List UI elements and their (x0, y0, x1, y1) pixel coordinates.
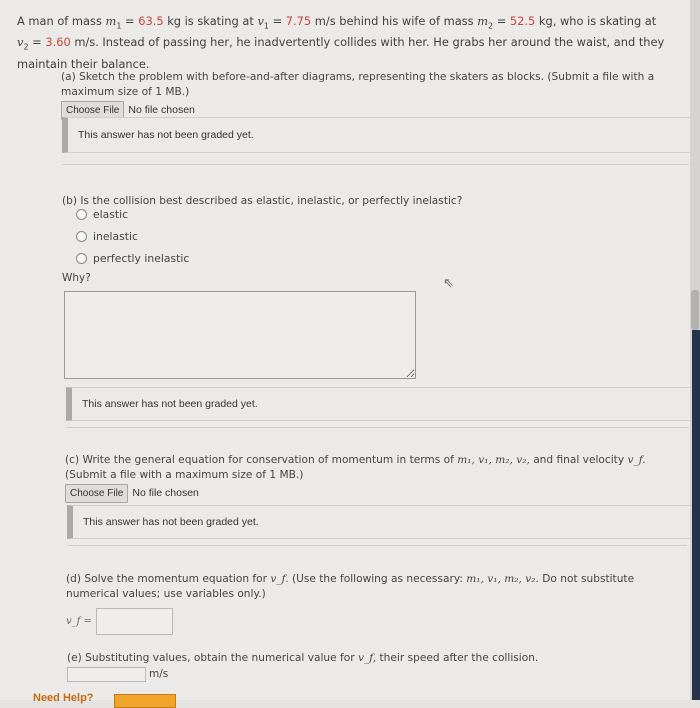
grade-status-text: This answer has not been graded yet. (82, 398, 258, 410)
help-button[interactable] (114, 694, 176, 708)
radio-label: inelastic (93, 229, 138, 243)
m1-symbol: m (105, 14, 117, 28)
mouse-cursor-icon: ⇖ (443, 276, 454, 291)
why-label: Why? (62, 272, 91, 284)
intro-text: m/s behind his wife of mass (311, 14, 478, 28)
part-c-file-input[interactable]: Choose File No file chosen (65, 484, 685, 503)
question-page: A man of mass m1 = 63.5 kg is skating at… (0, 0, 695, 708)
final-velocity-symbol: v_f, (357, 652, 377, 664)
background-desktop (692, 330, 700, 700)
part-d-prompt: (d) Solve the momentum equation for (66, 573, 271, 585)
intro-text: kg is skating at (163, 14, 258, 28)
radio-inelastic[interactable]: inelastic (76, 225, 662, 247)
equals: = (28, 35, 46, 50)
variables: m₁, v₁, m₂, v₂. (466, 573, 539, 585)
equals: = (493, 14, 510, 28)
equals: = (268, 14, 286, 28)
part-a: (a) Sketch the problem with before-and-a… (61, 70, 671, 120)
equals: = (121, 14, 139, 28)
final-velocity-symbol: v_f. (627, 454, 646, 466)
part-a-grade-status: This answer has not been graded yet. (62, 117, 695, 153)
m1-value: 63.5 (138, 14, 164, 28)
divider (66, 427, 689, 428)
part-a-prompt: (a) Sketch the problem with before-and-a… (61, 71, 655, 98)
grade-status-text: This answer has not been graded yet. (83, 516, 259, 528)
grade-status-text: This answer has not been graded yet. (78, 129, 254, 141)
part-c-prompt: (c) Write the general equation for conse… (65, 454, 458, 466)
variables: m₁, v₁, m₂, v₂, (457, 454, 530, 466)
radio-circle-icon[interactable] (76, 208, 87, 220)
part-c-prompt: and final velocity (529, 454, 628, 466)
part-e: (e) Substituting values, obtain the nume… (67, 651, 677, 682)
radio-label: elastic (93, 207, 129, 221)
intro-text: m/s. Instead of passing her, he inadvert… (17, 35, 665, 71)
scrollbar-thumb[interactable] (691, 290, 699, 330)
part-d-prompt: (Use the following as necessary: (288, 573, 467, 585)
part-e-prompt: their speed after the collision. (376, 652, 539, 664)
intro-text: kg, who is skating at (535, 14, 657, 28)
choose-file-button[interactable]: Choose File (65, 484, 129, 503)
final-velocity-symbol: v_f. (270, 573, 289, 585)
intro-text: A man of mass (17, 14, 106, 28)
file-status: No file chosen (132, 487, 199, 499)
part-b-grade-status: This answer has not been graded yet. (66, 387, 695, 421)
radio-label: perfectly inelastic (93, 251, 190, 265)
need-help-label: Need Help? (33, 692, 94, 704)
radio-perfectly-inelastic[interactable]: perfectly inelastic (76, 247, 662, 269)
part-c-size-note: (Submit a file with a maximum size of 1 … (65, 469, 304, 481)
divider (67, 545, 687, 546)
part-c: (c) Write the general equation for conse… (65, 453, 685, 503)
vf-expression-input[interactable] (95, 608, 173, 635)
m2-symbol: m (477, 14, 488, 28)
vf-numeric-input[interactable] (67, 667, 146, 682)
why-textarea[interactable] (64, 291, 416, 379)
v1-value: 7.75 (285, 14, 312, 28)
vf-label: v_f = (66, 616, 92, 627)
part-c-grade-status: This answer has not been graded yet. (67, 505, 693, 539)
radio-circle-icon[interactable] (76, 230, 87, 242)
m2-value: 52.5 (509, 14, 536, 28)
problem-statement: A man of mass m1 = 63.5 kg is skating at… (17, 13, 687, 72)
unit-label: m/s (149, 668, 169, 680)
part-e-prompt: (e) Substituting values, obtain the nume… (67, 652, 358, 664)
radio-circle-icon[interactable] (76, 252, 87, 264)
file-status: No file chosen (128, 104, 195, 116)
part-d: (d) Solve the momentum equation for v_f.… (66, 572, 676, 635)
divider (62, 164, 689, 165)
part-b: (b) Is the collision best described as e… (62, 194, 662, 286)
v2-value: 3.60 (45, 35, 71, 50)
